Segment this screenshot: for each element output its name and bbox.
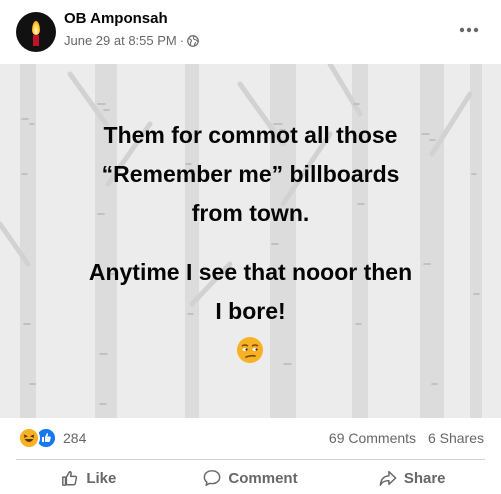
text-line: I bore! xyxy=(215,298,286,324)
haha-reaction-icon xyxy=(18,427,40,449)
post-header: OB Amponsah June 29 at 8:55 PM · xyxy=(0,0,501,64)
thumbs-up-icon xyxy=(62,470,78,486)
reactions-summary[interactable]: 284 xyxy=(18,427,87,449)
post-image[interactable]: Them for commot all those “Remember me” … xyxy=(0,64,501,418)
author-name[interactable]: OB Amponsah xyxy=(64,10,168,27)
post-text: Them for commot all those “Remember me” … xyxy=(0,64,501,418)
share-button[interactable]: Share xyxy=(331,462,493,494)
comment-button[interactable]: Comment xyxy=(170,462,332,494)
candle-flame xyxy=(32,21,40,35)
comment-button-label: Comment xyxy=(228,469,298,487)
text-line: from town. xyxy=(191,200,310,226)
text-line: “Remember me” billboards xyxy=(101,161,400,187)
share-button-label: Share xyxy=(403,469,446,487)
unamused-face-emoji-icon xyxy=(237,337,263,363)
shares-count-link[interactable]: 6 Shares xyxy=(428,430,484,446)
comment-icon xyxy=(204,470,221,486)
post-text-paragraph-2: Anytime I see that nooor then I bore! xyxy=(0,253,501,331)
text-line: Anytime I see that nooor then xyxy=(88,259,413,285)
post-meta: June 29 at 8:55 PM · xyxy=(64,33,199,48)
post-date[interactable]: June 29 at 8:55 PM xyxy=(64,33,177,48)
post-stats: 284 69 Comments 6 Shares xyxy=(0,418,501,458)
avatar[interactable] xyxy=(16,12,56,52)
like-button[interactable]: Like xyxy=(8,462,170,494)
text-line: Them for commot all those xyxy=(103,122,398,148)
divider xyxy=(16,459,485,460)
meta-separator: · xyxy=(179,33,185,48)
reaction-count: 284 xyxy=(63,430,87,446)
share-icon xyxy=(379,470,397,486)
more-options-icon[interactable] xyxy=(457,18,481,42)
like-button-label: Like xyxy=(86,469,117,487)
globe-icon[interactable] xyxy=(187,34,199,47)
post-text-paragraph-1: Them for commot all those “Remember me” … xyxy=(0,116,501,233)
candle xyxy=(33,35,39,46)
comments-count-link[interactable]: 69 Comments xyxy=(329,430,416,446)
engagement-counts: 69 Comments 6 Shares xyxy=(329,430,484,446)
post-actions: Like Comment Share xyxy=(8,462,493,494)
facebook-post: OB Amponsah June 29 at 8:55 PM · Them fo… xyxy=(0,0,501,494)
